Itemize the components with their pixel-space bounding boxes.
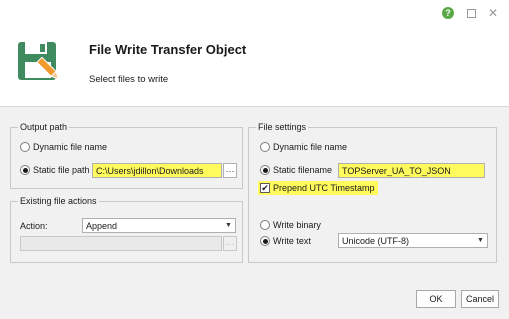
dynamic-file-name-option[interactable]: Dynamic file name	[20, 140, 107, 154]
prepend-utc-timestamp-checkbox[interactable]: ✔	[260, 183, 270, 193]
write-text-radio[interactable]	[260, 236, 270, 246]
encoding-select[interactable]: Unicode (UTF-8) ▼	[338, 233, 488, 248]
existing-file-path-input[interactable]	[20, 236, 222, 251]
static-file-path-radio[interactable]	[20, 165, 30, 175]
dialog-subtitle: Select files to write	[89, 74, 169, 85]
encoding-select-value: Unicode (UTF-8)	[342, 235, 410, 246]
close-button[interactable]: ✕	[486, 6, 500, 20]
prepend-utc-timestamp-label: Prepend UTC Timestamp	[273, 183, 375, 193]
static-filename-radio[interactable]	[260, 165, 270, 175]
write-binary-radio[interactable]	[260, 220, 270, 230]
action-select[interactable]: Append ▼	[82, 218, 236, 233]
file-settings-legend: File settings	[258, 122, 307, 132]
help-button[interactable]: ?	[441, 6, 455, 20]
settings-dynamic-file-name-label: Dynamic file name	[273, 142, 348, 152]
static-file-path-browse-button[interactable]: ···	[223, 163, 237, 178]
static-filename-input[interactable]: TOPServer_UA_TO_JSON	[338, 163, 485, 178]
maximize-button[interactable]	[464, 6, 478, 20]
static-file-path-option[interactable]: Static file path	[20, 163, 90, 177]
write-text-option[interactable]: Write text	[260, 234, 311, 248]
settings-dynamic-file-name-radio[interactable]	[260, 142, 270, 152]
dialog-title: File Write Transfer Object	[89, 42, 247, 57]
settings-dynamic-file-name-option[interactable]: Dynamic file name	[260, 140, 347, 154]
ok-button[interactable]: OK	[416, 290, 456, 308]
existing-file-path-browse-button[interactable]: ···	[223, 236, 237, 251]
action-select-value: Append	[86, 220, 118, 231]
chevron-down-icon: ▼	[225, 222, 232, 229]
static-file-path-input[interactable]: C:\Users\jdillon\Downloads	[92, 163, 222, 178]
dialog-header: File Write Transfer Object Select files …	[0, 22, 509, 106]
chevron-down-icon: ▼	[477, 237, 484, 244]
floppy-disk-pencil-icon	[18, 42, 60, 80]
action-label: Action:	[20, 219, 48, 233]
close-icon: ✕	[487, 6, 499, 20]
write-binary-label: Write binary	[273, 220, 321, 230]
output-path-legend: Output path	[20, 122, 68, 132]
dynamic-file-name-label: Dynamic file name	[33, 142, 108, 152]
write-binary-option[interactable]: Write binary	[260, 218, 321, 232]
output-path-group: Output path	[10, 122, 243, 189]
maximize-icon	[466, 8, 476, 18]
static-filename-label: Static filename	[273, 165, 333, 175]
help-icon: ?	[442, 7, 454, 19]
prepend-utc-timestamp-option[interactable]: ✔ Prepend UTC Timestamp	[258, 181, 378, 195]
action-label-text: Action:	[20, 221, 48, 231]
static-filename-option[interactable]: Static filename	[260, 163, 332, 177]
write-text-label: Write text	[273, 236, 311, 246]
static-file-path-label: Static file path	[33, 165, 90, 175]
dialog-body: Output path Dynamic file name Static fil…	[0, 107, 509, 319]
cancel-button[interactable]: Cancel	[461, 290, 499, 308]
existing-file-actions-legend: Existing file actions	[20, 196, 97, 206]
dynamic-file-name-radio[interactable]	[20, 142, 30, 152]
